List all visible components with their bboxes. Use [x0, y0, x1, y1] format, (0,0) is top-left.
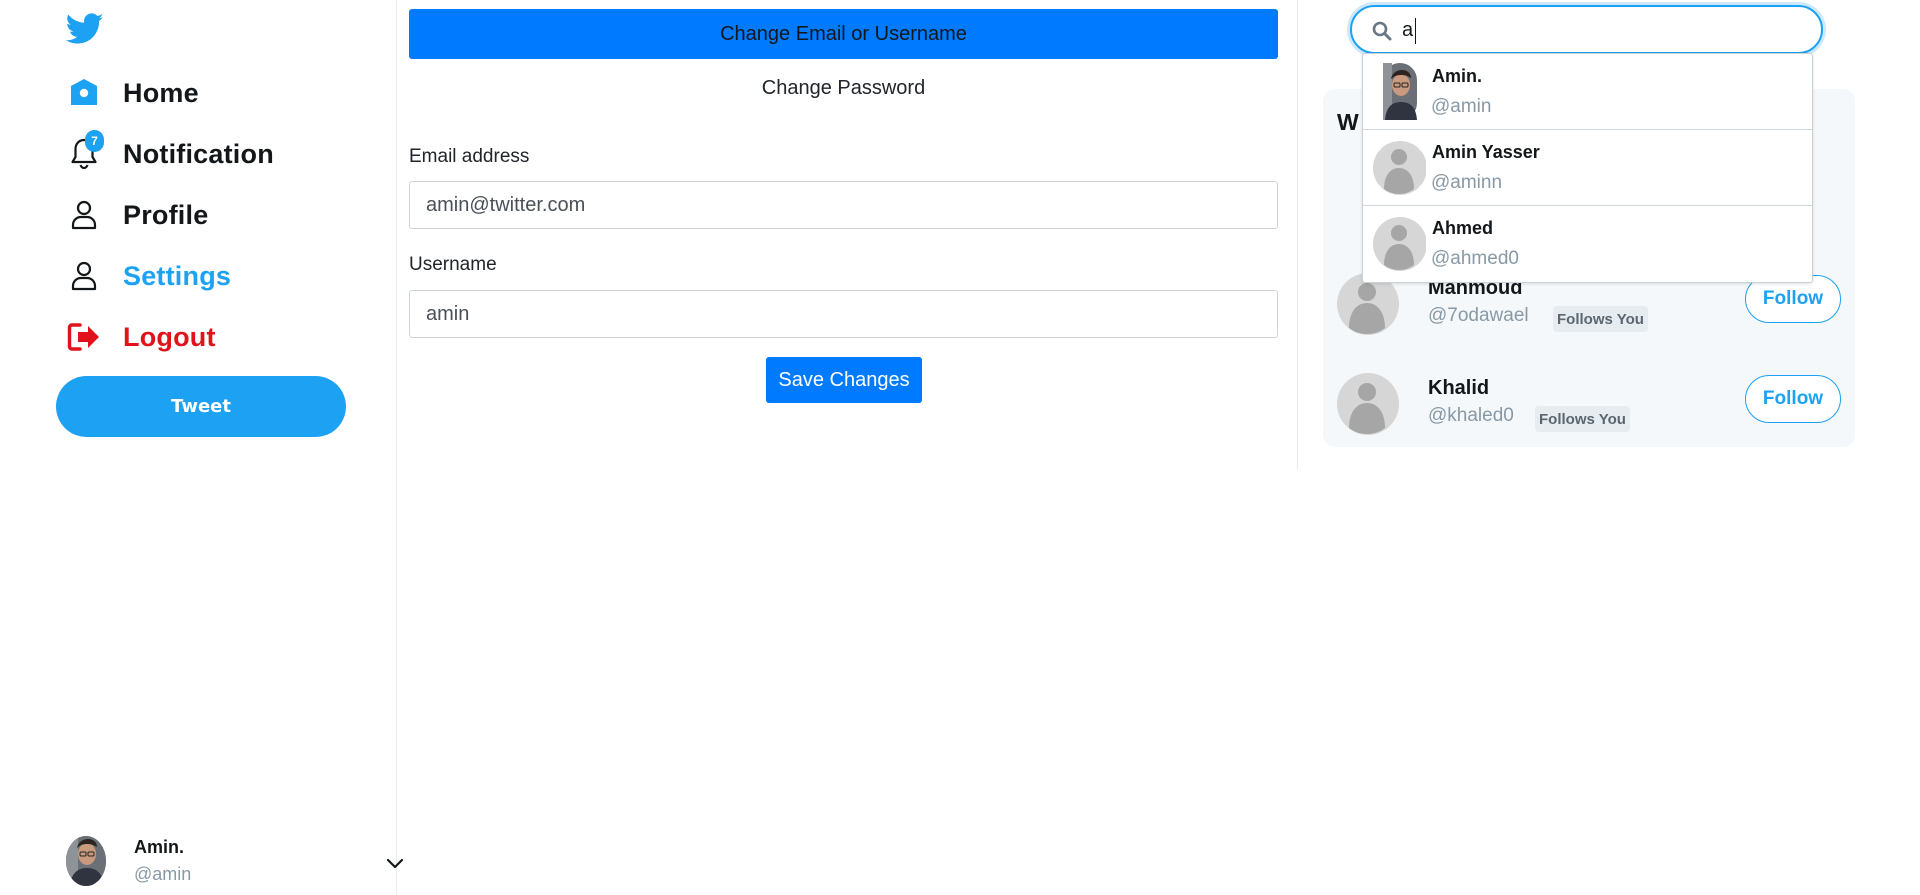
search-results-dropdown: Amin. @amin Amin Yasser @aminn Ahmed @ah…	[1362, 53, 1813, 283]
account-name: Amin.	[134, 837, 185, 857]
nav-notification[interactable]: 7 Notification	[66, 130, 274, 176]
username-label: Username	[409, 254, 497, 275]
follow-button[interactable]: Follow	[1745, 375, 1841, 423]
search-result-handle: @amin	[1431, 96, 1492, 117]
search-icon	[1372, 21, 1392, 41]
follow-suggestion[interactable]: Mahmoud @7odawael Follows You Follow	[1337, 273, 1842, 341]
tab-change-password[interactable]: Change Password	[409, 70, 1278, 106]
email-label: Email address	[409, 146, 530, 167]
search-result-item[interactable]: Amin. @amin	[1363, 54, 1812, 130]
bell-icon: 7	[66, 130, 104, 172]
search-result-name: Amin.	[1432, 66, 1483, 86]
avatar	[1383, 63, 1417, 120]
nav-logout[interactable]: Logout	[66, 315, 216, 359]
nav-profile-label: Profile	[123, 199, 209, 230]
notification-count-badge: 7	[85, 130, 104, 152]
search-result-handle: @ahmed0	[1431, 248, 1519, 269]
who-to-follow-title: W	[1337, 109, 1359, 135]
nav-settings[interactable]: Settings	[66, 254, 231, 298]
search-box[interactable]	[1350, 5, 1823, 54]
avatar	[66, 836, 106, 886]
email-field[interactable]	[409, 181, 1278, 229]
search-result-item[interactable]: Amin Yasser @aminn	[1363, 130, 1812, 206]
username-field[interactable]	[409, 290, 1278, 338]
search-result-item[interactable]: Ahmed @ahmed0	[1363, 206, 1812, 282]
user-icon	[66, 197, 102, 233]
nav-logout-label: Logout	[123, 321, 216, 352]
follow-user-handle: @khaled0	[1428, 405, 1514, 426]
nav-notification-label: Notification	[123, 138, 274, 169]
follows-you-badge: Follows You	[1535, 406, 1630, 432]
text-cursor	[1415, 18, 1416, 44]
user-icon	[66, 258, 102, 294]
account-handle: @amin	[134, 864, 192, 884]
search-input[interactable]	[1402, 16, 1802, 44]
tweet-button[interactable]: Tweet	[56, 376, 346, 437]
follow-user-handle: @7odawael	[1428, 305, 1529, 326]
home-icon	[66, 75, 102, 111]
search-result-name: Ahmed	[1432, 218, 1494, 238]
nav-home-label: Home	[123, 77, 199, 108]
search-result-name: Amin Yasser	[1432, 142, 1540, 162]
left-sidebar: Home 7 Notification Profile Settings Log…	[0, 0, 404, 895]
nav-settings-label: Settings	[123, 260, 232, 291]
follow-suggestion[interactable]: Khalid @khaled0 Follows You Follow	[1337, 373, 1842, 441]
save-changes-button[interactable]: Save Changes	[766, 357, 922, 403]
follow-user-name: Khalid	[1428, 377, 1490, 399]
follows-you-badge: Follows You	[1553, 306, 1648, 332]
search-result-handle: @aminn	[1431, 172, 1503, 193]
nav-profile[interactable]: Profile	[66, 193, 208, 237]
logout-icon	[66, 319, 102, 355]
twitter-bird-icon[interactable]	[66, 13, 104, 45]
chevron-down-icon[interactable]	[384, 852, 406, 874]
default-avatar-icon	[1373, 141, 1426, 195]
default-avatar-icon	[1373, 217, 1426, 271]
settings-panel: Change Email or Username Change Password…	[397, 0, 1298, 470]
nav-home[interactable]: Home	[66, 71, 199, 115]
default-avatar-icon	[1337, 373, 1399, 435]
account-switcher[interactable]: Amin. @amin	[66, 832, 406, 890]
tab-change-email-username[interactable]: Change Email or Username	[409, 9, 1278, 59]
